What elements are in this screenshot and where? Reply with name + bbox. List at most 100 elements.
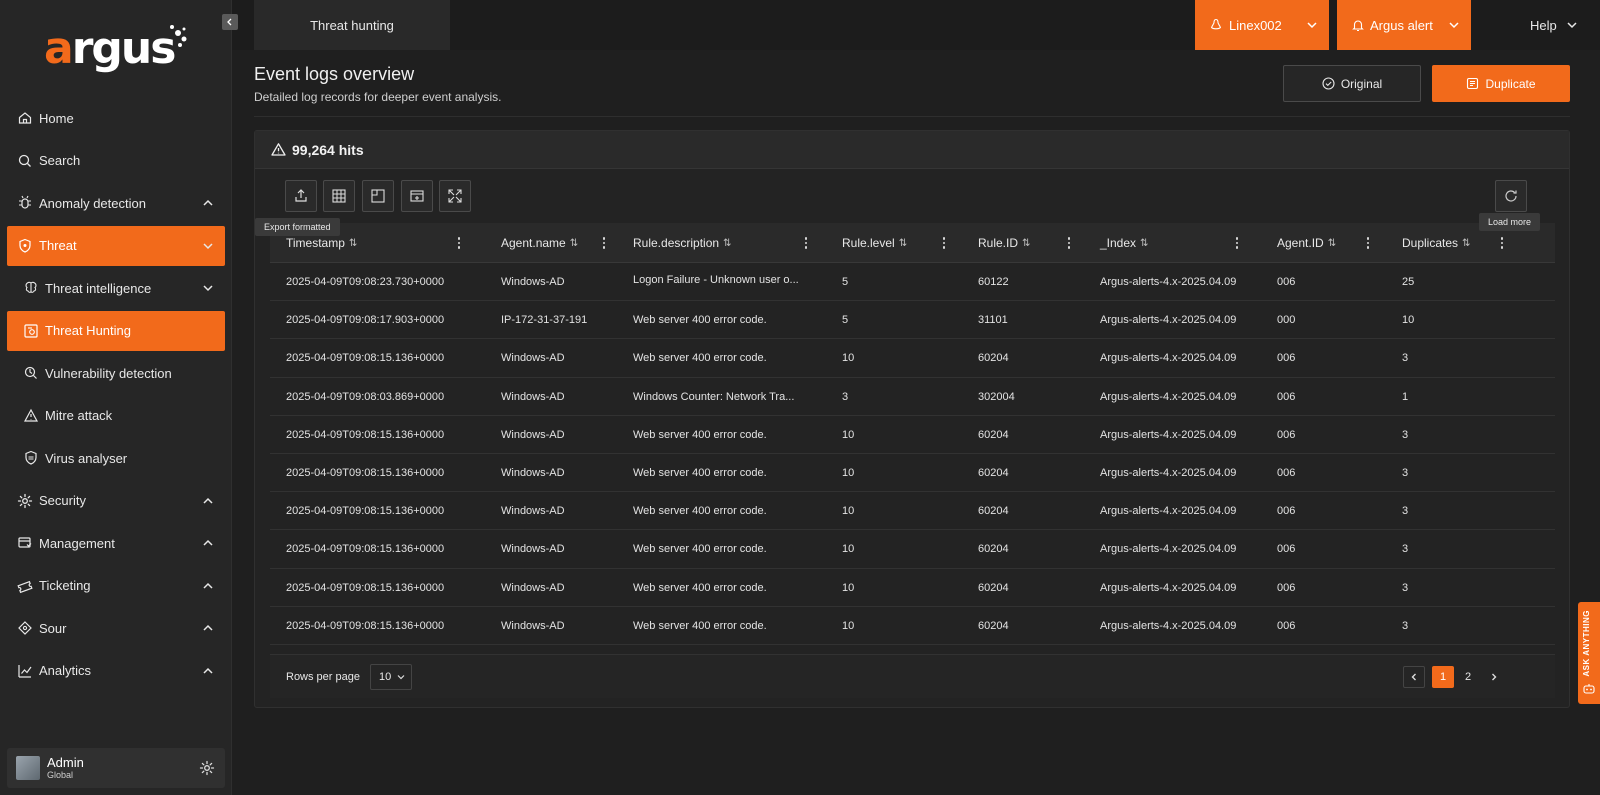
- sort-icon[interactable]: ⇅: [1328, 238, 1336, 249]
- table-cell: 3: [1402, 352, 1409, 365]
- sidebar-item-ticketing[interactable]: Ticketing: [7, 566, 225, 606]
- table-footer: Rows per page 10 1 2: [270, 654, 1555, 698]
- table-cell: 10: [842, 581, 855, 594]
- page-1-button[interactable]: 1: [1432, 666, 1454, 688]
- table-row[interactable]: 2025-04-09T09:08:15.136+0000 Windows-AD We…: [270, 416, 1555, 454]
- column-header[interactable]: _Index ⇅: [1100, 223, 1148, 263]
- sort-icon[interactable]: ⇅: [570, 238, 578, 249]
- table-row[interactable]: 2025-04-09T09:08:15.136+0000 Windows-AD We…: [270, 492, 1555, 531]
- sidebar-item-home[interactable]: Home: [7, 98, 225, 138]
- chevron-down-icon: [397, 675, 405, 680]
- sidebar-item-analytics[interactable]: Analytics: [7, 651, 225, 691]
- duplicate-button[interactable]: Duplicate: [1432, 65, 1570, 102]
- table-cell: Argus-alerts-4.x-2025.04.09: [1100, 543, 1237, 556]
- load-more-button[interactable]: [1495, 180, 1527, 212]
- sidebar-item-sour[interactable]: Sour: [7, 608, 225, 648]
- sidebar-item-search[interactable]: Search: [7, 141, 225, 181]
- table-cell: Argus-alerts-4.x-2025.04.09: [1100, 466, 1237, 479]
- sidebar-item-security[interactable]: Security: [7, 481, 225, 521]
- sidebar-item-threat-hunting[interactable]: Threat Hunting: [7, 310, 225, 351]
- sidebar-item-threat-intelligence[interactable]: Threat intelligence: [7, 268, 225, 308]
- sidebar-item-label: Ticketing: [39, 578, 91, 593]
- ask-anything-button[interactable]: ASK ANYTHING: [1578, 602, 1600, 704]
- table-cell: Argus-alerts-4.x-2025.04.09: [1100, 352, 1237, 365]
- layout-icon: [371, 189, 385, 203]
- column-menu-icon[interactable]: [804, 235, 808, 251]
- sort-icon[interactable]: ⇅: [1022, 238, 1030, 249]
- table-row[interactable]: 2025-04-09T09:08:17.903+0000 IP-172-31-37…: [270, 301, 1555, 340]
- alert-selector[interactable]: Argus alert: [1337, 0, 1471, 50]
- sidebar-item-virus-analyser[interactable]: Virus analyser: [7, 438, 225, 478]
- table-row[interactable]: 2025-04-09T09:08:15.136+0000 Windows-AD We…: [270, 454, 1555, 493]
- sort-icon[interactable]: ⇅: [1140, 238, 1148, 249]
- divider: [254, 116, 1570, 117]
- column-header[interactable]: Duplicates ⇅: [1402, 223, 1470, 263]
- table-row[interactable]: 2025-04-09T09:08:15.136+0000 Windows-AD We…: [270, 569, 1555, 607]
- sort-icon[interactable]: ⇅: [723, 238, 731, 249]
- add-column-button[interactable]: [401, 180, 433, 212]
- load-more-tooltip: Load more: [1479, 213, 1541, 231]
- table-cell: 006: [1277, 505, 1296, 518]
- page-2-button[interactable]: 2: [1457, 666, 1479, 688]
- original-button[interactable]: Original: [1283, 65, 1421, 102]
- argus-logo: argus: [44, 23, 189, 73]
- column-header[interactable]: Agent.name ⇅: [501, 223, 578, 263]
- warning-icon: [271, 143, 286, 156]
- column-header[interactable]: Rule.level ⇅: [842, 223, 907, 263]
- export-icon: [295, 189, 307, 202]
- sort-icon[interactable]: ⇅: [899, 238, 907, 249]
- column-menu-icon[interactable]: [1500, 235, 1504, 251]
- table-cell: 006: [1277, 466, 1296, 479]
- prev-page-button[interactable]: [1403, 666, 1425, 688]
- table-cell: 3: [842, 390, 849, 403]
- user-card[interactable]: Admin Global: [7, 748, 225, 788]
- page-title: Event logs overview: [254, 64, 415, 84]
- column-menu-icon[interactable]: [457, 235, 461, 251]
- hunt-icon: [23, 323, 39, 339]
- column-menu-icon[interactable]: [1366, 235, 1370, 251]
- column-menu-icon[interactable]: [1067, 235, 1071, 251]
- table-row[interactable]: 2025-04-09T09:08:15.136+0000 Windows-AD We…: [270, 530, 1555, 569]
- column-header[interactable]: Rule.ID ⇅: [978, 223, 1030, 263]
- table-row[interactable]: 2025-04-09T09:08:03.869+0000 Windows-AD Wi…: [270, 378, 1555, 416]
- sidebar-item-vulnerability-detection[interactable]: Vulnerability detection: [7, 353, 225, 393]
- table-cell: 10: [842, 505, 855, 518]
- column-menu-icon[interactable]: [1235, 235, 1239, 251]
- gear-icon[interactable]: [199, 760, 215, 779]
- sort-icon[interactable]: ⇅: [349, 238, 357, 249]
- table-cell: IP-172-31-37-191: [501, 314, 588, 327]
- column-menu-icon[interactable]: [942, 235, 946, 251]
- sidebar-item-threat[interactable]: Threat: [7, 225, 225, 266]
- collapse-sidebar-button[interactable]: [222, 14, 238, 30]
- density-button[interactable]: [362, 180, 394, 212]
- table-cell: Windows-AD: [501, 505, 565, 518]
- sidebar-item-label: Home: [39, 110, 74, 126]
- table-row[interactable]: 2025-04-09T09:08:15.136+0000 Windows-AD We…: [270, 607, 1555, 645]
- sidebar-item-label: Management: [39, 535, 115, 551]
- column-header-label: Rule.level: [842, 236, 895, 250]
- columns-button[interactable]: [323, 180, 355, 212]
- sort-icon[interactable]: ⇅: [1462, 238, 1470, 249]
- column-header[interactable]: Agent.ID ⇅: [1277, 223, 1336, 263]
- diamond-icon: [17, 620, 33, 636]
- column-menu-icon[interactable]: [602, 235, 606, 251]
- sidebar-item-mitre-attack[interactable]: Mitre attack: [7, 396, 225, 436]
- table-cell: 000: [1277, 314, 1296, 327]
- rows-per-page-select[interactable]: 10: [370, 664, 412, 690]
- table-row[interactable]: 2025-04-09T09:08:15.136+0000 Windows-AD We…: [270, 339, 1555, 378]
- table-cell: Windows-AD: [501, 276, 565, 288]
- help-menu[interactable]: Help: [1530, 0, 1579, 50]
- column-header[interactable]: Rule.description ⇅: [633, 223, 731, 263]
- alert-label: Argus alert: [1370, 17, 1433, 33]
- export-button[interactable]: [285, 180, 317, 212]
- table-cell: 3: [1402, 466, 1409, 479]
- sidebar-item-management[interactable]: Management: [7, 523, 225, 563]
- next-page-button[interactable]: [1483, 666, 1505, 688]
- fullscreen-button[interactable]: [439, 180, 471, 212]
- table-row[interactable]: 2025-04-09T09:08:23.730+0000 Windows-AD Lo…: [270, 263, 1555, 302]
- page-tab-threat-hunting[interactable]: Threat hunting: [254, 0, 450, 50]
- table-cell: 10: [842, 428, 855, 441]
- agent-selector[interactable]: Linex002: [1195, 0, 1329, 50]
- sidebar-item-anomaly-detection[interactable]: Anomaly detection: [7, 183, 225, 223]
- help-label: Help: [1530, 17, 1557, 33]
